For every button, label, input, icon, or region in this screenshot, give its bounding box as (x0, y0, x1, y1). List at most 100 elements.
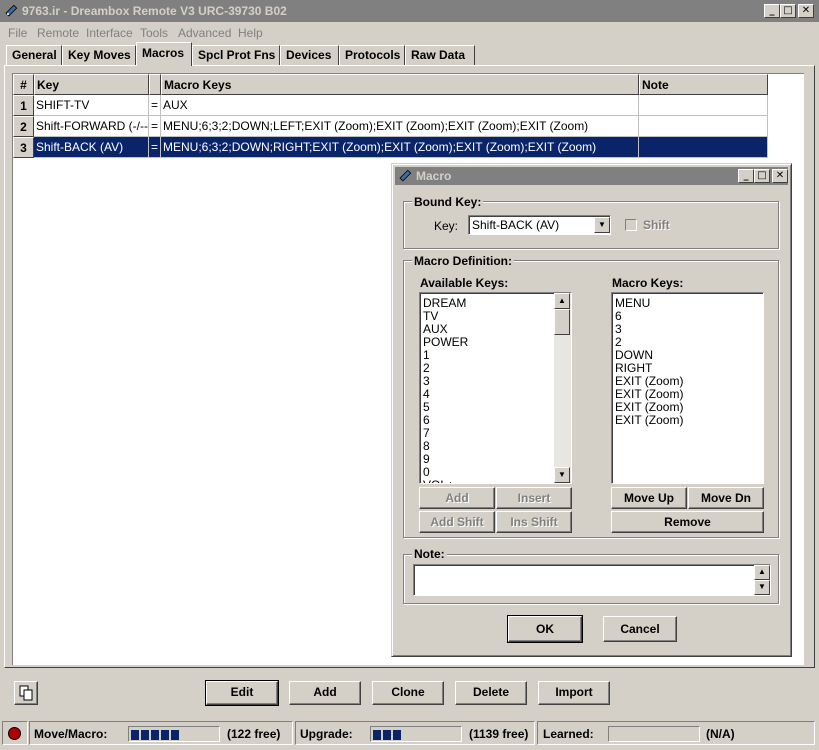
insert-key-button[interactable]: Insert (496, 487, 572, 509)
tab-raw-data[interactable]: Raw Data (405, 45, 475, 65)
dialog-title-bar: Macro _ □ ✕ (395, 167, 788, 185)
title-bar: 9763.ir - Dreambox Remote V3 URC-39730 B… (0, 0, 819, 22)
dialog-minimize-button[interactable]: _ (738, 169, 754, 183)
upgrade-label: Upgrade: (300, 727, 353, 741)
move-down-button[interactable]: Move Dn (688, 487, 764, 509)
table-cell-note[interactable] (639, 95, 768, 116)
minimize-button[interactable]: _ (764, 4, 780, 18)
window-title: 9763.ir - Dreambox Remote V3 URC-39730 B… (22, 4, 287, 18)
table-cell-macro[interactable]: MENU;6;3;2;DOWN;LEFT;EXIT (Zoom);EXIT (Z… (161, 116, 639, 137)
menu-help[interactable]: Help (238, 26, 263, 40)
upgrade-progress (370, 726, 462, 742)
table-cell-key[interactable]: Shift-FORWARD (-/--) (34, 116, 149, 137)
scroll-thumb[interactable] (554, 309, 570, 335)
move-up-button[interactable]: Move Up (611, 487, 687, 509)
add-shift-button[interactable]: Add Shift (419, 511, 495, 533)
column-header-macro-keys[interactable]: Macro Keys (161, 74, 639, 95)
key-label: Key: (434, 219, 459, 233)
ok-button[interactable]: OK (507, 615, 583, 643)
scroll-down-icon[interactable]: ▼ (754, 580, 770, 595)
learned-value: (N/A) (706, 727, 735, 741)
scroll-down-icon[interactable]: ▼ (554, 467, 570, 483)
progress-segment (161, 730, 169, 740)
tab-devices[interactable]: Devices (280, 45, 339, 65)
scroll-up-icon[interactable]: ▲ (754, 565, 770, 580)
available-keys-scrollbar[interactable]: ▲ ▼ (554, 293, 571, 483)
row-number[interactable]: 1 (13, 95, 34, 116)
menu-file[interactable]: File (8, 26, 27, 40)
table-cell-key[interactable]: SHIFT-TV (34, 95, 149, 116)
upgrade-panel: Upgrade: (1139 free) (295, 721, 535, 745)
column-header-key[interactable]: Key (34, 74, 149, 95)
progress-segment (141, 730, 149, 740)
add-key-button[interactable]: Add (419, 487, 495, 509)
bound-key-group-label: Bound Key: (412, 195, 484, 209)
cancel-button[interactable]: Cancel (603, 616, 677, 642)
progress-segment (131, 730, 139, 740)
dialog-maximize-button[interactable]: □ (754, 169, 770, 183)
shift-label: Shift (643, 218, 670, 232)
tab-protocols[interactable]: Protocols (339, 45, 405, 65)
list-item[interactable]: EXIT (Zoom) (615, 414, 683, 427)
tab-strip: General Key Moves Macros Spcl Prot Fns D… (0, 42, 819, 66)
table-cell-eq: = (149, 137, 161, 158)
record-indicator-icon (8, 727, 21, 740)
note-textarea[interactable]: ▲ ▼ (413, 564, 771, 596)
table-cell-note[interactable] (639, 116, 768, 137)
status-indicator-panel (2, 721, 28, 745)
table-cell-key-selected[interactable]: Shift-BACK (AV) (34, 137, 149, 158)
column-header-note[interactable]: Note (639, 74, 768, 95)
shift-checkbox[interactable] (625, 219, 637, 231)
learned-progress (608, 726, 700, 742)
delete-button[interactable]: Delete (455, 681, 527, 705)
menu-advanced[interactable]: Advanced (178, 26, 231, 40)
copy-button[interactable] (14, 681, 38, 705)
list-item[interactable]: VOL+ (423, 479, 454, 484)
progress-segment (393, 730, 401, 740)
tab-macros[interactable]: Macros (136, 42, 192, 66)
dialog-close-button[interactable]: ✕ (772, 169, 788, 183)
maximize-button[interactable]: □ (780, 4, 796, 18)
macro-definition-group-label: Macro Definition: (412, 254, 514, 268)
menu-remote[interactable]: Remote (37, 26, 79, 40)
table-cell-macro-selected[interactable]: MENU;6;3;2;DOWN;RIGHT;EXIT (Zoom);EXIT (… (161, 137, 639, 158)
table-cell-eq: = (149, 95, 161, 116)
tab-general[interactable]: General (6, 45, 62, 65)
import-button[interactable]: Import (538, 681, 610, 705)
move-macro-free: (122 free) (227, 727, 281, 741)
key-select[interactable]: Shift-BACK (AV) ▼ (468, 215, 611, 235)
remote-app-icon (399, 169, 412, 182)
progress-segment (373, 730, 381, 740)
dialog-title: Macro (416, 169, 452, 183)
scroll-up-icon[interactable]: ▲ (554, 293, 570, 309)
table-cell-macro[interactable]: AUX (161, 95, 639, 116)
menu-bar: File Remote Interface Tools Advanced Hel… (0, 23, 819, 41)
add-button[interactable]: Add (289, 681, 361, 705)
macro-keys-list[interactable]: MENU 6 3 2 DOWN RIGHT EXIT (Zoom) EXIT (Zoom) EX… (611, 292, 764, 484)
note-group-label: Note: (412, 547, 447, 561)
learned-panel: Learned: (N/A) (537, 721, 815, 745)
progress-segment (151, 730, 159, 740)
clone-button[interactable]: Clone (372, 681, 444, 705)
tab-spcl-prot-fns[interactable]: Spcl Prot Fns (192, 45, 280, 65)
available-keys-label: Available Keys: (420, 276, 509, 290)
chevron-down-icon[interactable]: ▼ (594, 217, 610, 233)
close-button[interactable]: ✕ (798, 4, 814, 18)
tab-key-moves[interactable]: Key Moves (62, 45, 136, 65)
available-keys-list[interactable]: ▲ ▼ DREAMTVAUXPOWER1234567890VOL+ (419, 292, 572, 484)
row-number[interactable]: 2 (13, 116, 34, 137)
status-bar: Move/Macro: (122 free) Upgrade: (1139 fr… (0, 721, 819, 747)
move-macro-label: Move/Macro: (34, 727, 108, 741)
column-header-eq[interactable] (149, 74, 161, 95)
ins-shift-button[interactable]: Ins Shift (496, 511, 572, 533)
key-select-value: Shift-BACK (AV) (472, 218, 560, 232)
menu-tools[interactable]: Tools (140, 26, 168, 40)
table-cell-eq: = (149, 116, 161, 137)
table-cell-note-selected[interactable] (639, 137, 768, 158)
copy-icon (19, 685, 33, 701)
remove-button[interactable]: Remove (611, 511, 764, 533)
edit-button[interactable]: Edit (205, 680, 279, 706)
column-header-number[interactable]: # (13, 74, 34, 95)
menu-interface[interactable]: Interface (86, 26, 133, 40)
row-number[interactable]: 3 (13, 137, 34, 158)
